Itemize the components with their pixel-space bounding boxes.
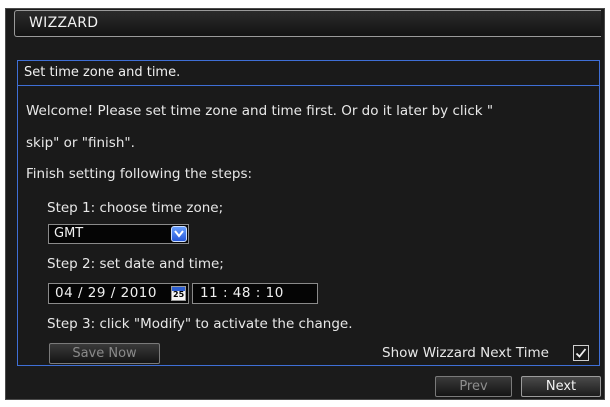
welcome-text-line2: skip" or "finish". [26, 135, 135, 151]
checkmark-icon [575, 348, 587, 358]
time-value: 11 : 48 : 10 [200, 285, 284, 301]
panel-header: Set time zone and time. [18, 61, 599, 86]
show-wizard-label: Show Wizzard Next Time [382, 345, 549, 361]
save-now-button[interactable]: Save Now [49, 343, 160, 364]
chevron-down-icon[interactable] [171, 226, 187, 242]
timezone-value: GMT [54, 226, 84, 241]
welcome-text-line1: Welcome! Please set time zone and time f… [26, 103, 494, 119]
next-button[interactable]: Next [521, 376, 601, 397]
step1-label: Step 1: choose time zone; [47, 200, 224, 216]
finish-instructions: Finish setting following the steps: [26, 166, 253, 182]
date-field[interactable]: 04 / 29 / 2010 25 [48, 283, 189, 304]
date-value: 04 / 29 / 2010 [55, 285, 157, 301]
show-wizard-checkbox[interactable] [573, 345, 589, 361]
step2-label: Step 2: set date and time; [47, 256, 224, 272]
calendar-icon-day: 25 [173, 290, 185, 299]
time-field[interactable]: 11 : 48 : 10 [192, 283, 318, 304]
panel-heading: Set time zone and time. [24, 65, 181, 80]
calendar-icon[interactable]: 25 [171, 286, 186, 301]
step3-label: Step 3: click "Modify" to activate the c… [47, 316, 353, 332]
prev-button[interactable]: Prev [435, 376, 512, 397]
timezone-select[interactable]: GMT [48, 224, 189, 244]
window-title: WIZZARD [29, 15, 99, 31]
timezone-panel: Set time zone and time. Welcome! Please … [17, 60, 600, 366]
title-bar: WIZZARD [14, 10, 601, 37]
